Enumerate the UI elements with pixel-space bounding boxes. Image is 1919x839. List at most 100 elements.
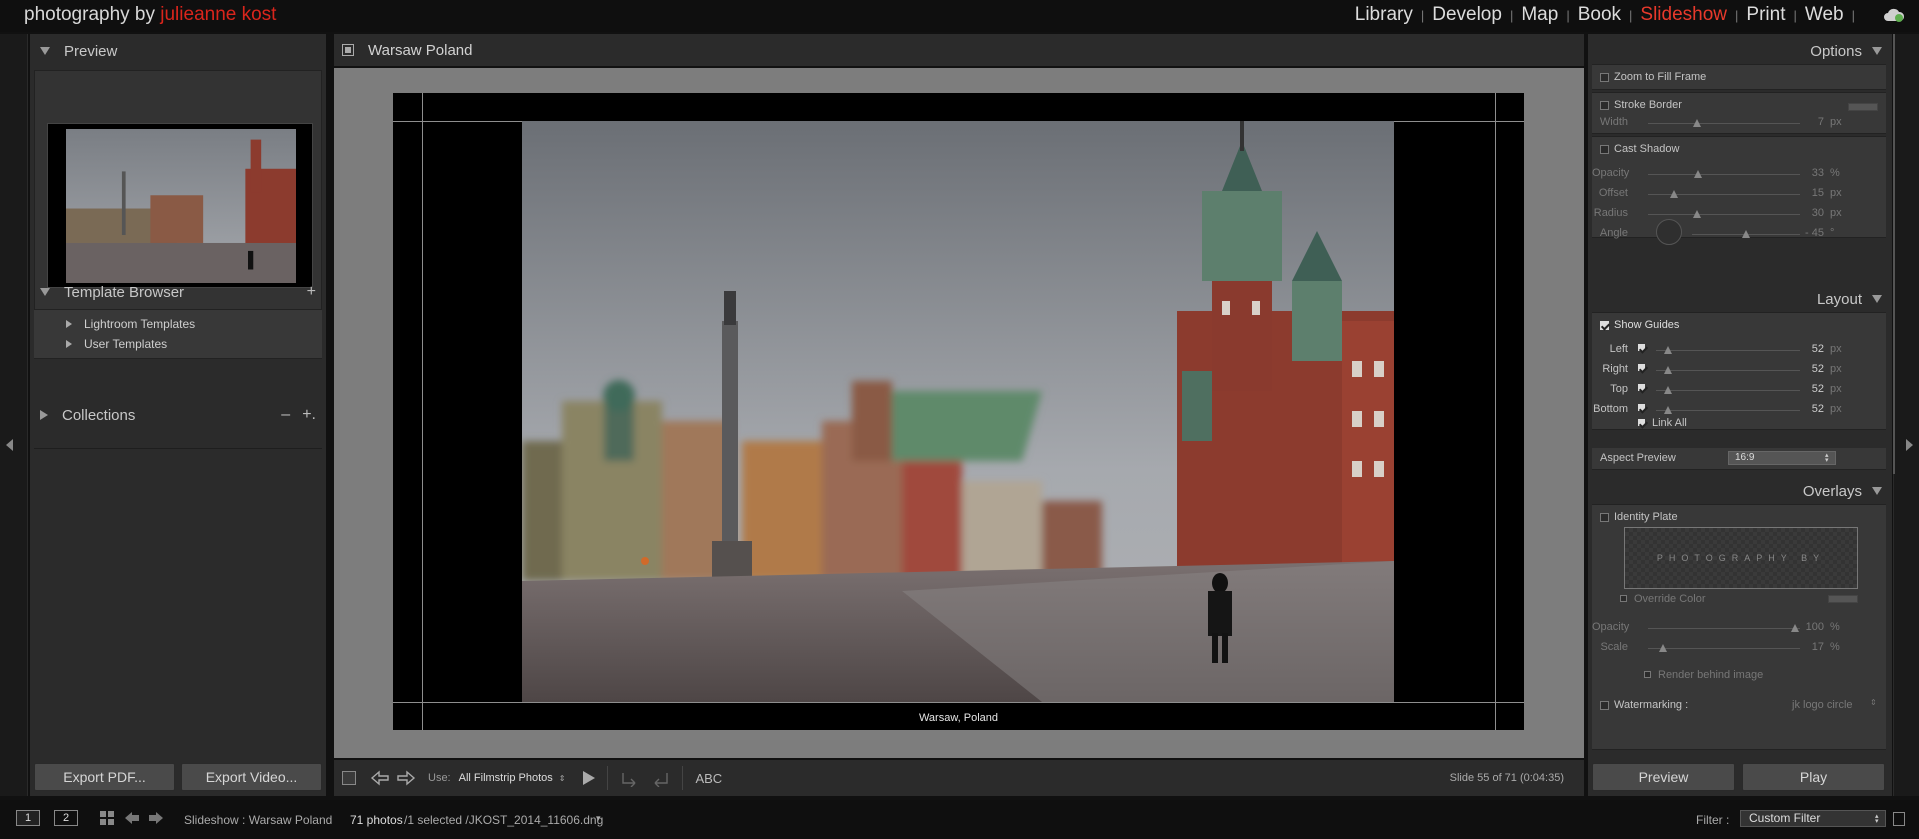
left-panel-toggle[interactable] <box>0 34 28 796</box>
remove-collection-icon[interactable]: – <box>281 406 290 424</box>
slider-knob[interactable] <box>1663 366 1672 374</box>
options-panel-header[interactable]: Options <box>1588 36 1892 66</box>
shadow-opacity-value[interactable]: 33 <box>1784 167 1824 179</box>
slider-knob[interactable] <box>1694 170 1703 178</box>
slider-knob[interactable] <box>1692 210 1701 218</box>
overlay-opacity-value[interactable]: 100 <box>1784 621 1824 633</box>
bottom-guide[interactable] <box>393 702 1524 703</box>
guide-top-link-checkbox[interactable] <box>1638 384 1645 391</box>
shadow-radius-slider[interactable] <box>1648 210 1800 218</box>
add-text-overlay-button[interactable]: ABC <box>695 771 722 786</box>
collections-header[interactable]: Collections – +. <box>30 398 326 432</box>
watermarking-checkbox[interactable] <box>1600 701 1609 710</box>
shadow-radius-value[interactable]: 30 <box>1784 207 1824 219</box>
add-template-icon[interactable]: + <box>307 283 316 301</box>
shadow-angle-value[interactable]: - 45 <box>1784 227 1824 239</box>
overlay-scale-value[interactable]: 17 <box>1784 641 1824 653</box>
slider-knob[interactable] <box>1663 406 1672 414</box>
module-book[interactable]: Book <box>1578 4 1621 26</box>
guide-right-slider[interactable] <box>1656 366 1800 374</box>
selection-dropdown-icon[interactable]: ▾ <box>596 813 601 824</box>
identity-plate-checkbox[interactable] <box>1600 513 1609 522</box>
guide-right-link-checkbox[interactable] <box>1638 364 1645 371</box>
module-library[interactable]: Library <box>1355 4 1413 26</box>
overlays-panel-header[interactable]: Overlays <box>1588 476 1892 506</box>
previous-slide-icon[interactable] <box>370 770 390 786</box>
watermark-select[interactable]: jk logo circle <box>1792 699 1853 711</box>
source-breadcrumb[interactable]: Slideshow : Warsaw Poland <box>184 813 332 827</box>
guide-left-link-checkbox[interactable] <box>1638 344 1645 351</box>
guide-bottom-link-checkbox[interactable] <box>1638 404 1645 411</box>
right-panel-toggle[interactable] <box>1893 34 1919 796</box>
overlay-scale-slider[interactable] <box>1648 644 1800 652</box>
export-video-button[interactable]: Export Video... <box>181 763 322 791</box>
module-web[interactable]: Web <box>1805 4 1844 26</box>
aspect-preview-select[interactable]: 16:9 ▴ ▾ <box>1728 451 1836 465</box>
back-arrow-icon[interactable] <box>124 811 140 825</box>
guide-top-slider[interactable] <box>1656 386 1800 394</box>
width-slider-knob[interactable] <box>1692 119 1701 127</box>
use-photos-select[interactable]: All Filmstrip Photos <box>459 772 553 784</box>
export-pdf-button[interactable]: Export PDF... <box>34 763 175 791</box>
stroke-color-swatch[interactable] <box>1848 103 1878 111</box>
rotate-clockwise-icon[interactable] <box>620 769 642 787</box>
override-color-swatch[interactable] <box>1828 595 1858 603</box>
angle-dial-icon[interactable] <box>1656 219 1682 245</box>
slide-caption[interactable]: Warsaw, Poland <box>393 712 1524 724</box>
guide-left-value[interactable]: 52 <box>1784 343 1824 355</box>
identity-plate-preview[interactable]: PHOTOGRAPHY BY <box>1624 527 1858 589</box>
cloud-sync-icon[interactable] <box>1883 7 1905 23</box>
add-collection-icon[interactable]: +. <box>302 406 316 424</box>
filter-select[interactable]: Custom Filter ▴ ▾ <box>1740 810 1886 827</box>
shadow-offset-value[interactable]: 15 <box>1784 187 1824 199</box>
guide-top-value[interactable]: 52 <box>1784 383 1824 395</box>
stop-button[interactable] <box>342 771 356 785</box>
right-panel-scrollbar[interactable] <box>1893 34 1895 474</box>
template-browser-header[interactable]: Template Browser + <box>30 275 326 309</box>
render-behind-checkbox[interactable] <box>1644 671 1651 678</box>
zoom-to-fill-checkbox[interactable] <box>1600 73 1609 82</box>
secondary-window-button[interactable]: 2 <box>54 810 78 826</box>
slide-photo[interactable] <box>522 121 1394 702</box>
collapse-right-icon <box>1906 439 1913 451</box>
template-folder-user[interactable]: User Templates <box>66 334 322 354</box>
template-folder-lightroom[interactable]: Lightroom Templates <box>66 314 322 334</box>
width-value[interactable]: 7 <box>1784 116 1824 128</box>
stroke-border-checkbox[interactable] <box>1600 101 1609 110</box>
module-slideshow[interactable]: Slideshow <box>1640 4 1727 26</box>
slider-knob[interactable] <box>1663 386 1672 394</box>
rotate-counterclockwise-icon[interactable] <box>648 769 670 787</box>
cast-shadow-checkbox[interactable] <box>1600 145 1609 154</box>
left-guide[interactable] <box>422 93 423 730</box>
layout-panel-header[interactable]: Layout <box>1588 284 1892 314</box>
selection-info[interactable]: /1 selected /JKOST_2014_11606.dng <box>404 813 603 827</box>
guide-right-value[interactable]: 52 <box>1784 363 1824 375</box>
slider-knob[interactable] <box>1663 346 1672 354</box>
module-print[interactable]: Print <box>1746 4 1785 26</box>
grid-view-icon[interactable] <box>100 811 114 825</box>
preview-play-icon[interactable] <box>583 771 596 785</box>
slider-knob[interactable] <box>1669 190 1678 198</box>
preview-button[interactable]: Preview <box>1592 763 1735 791</box>
right-guide[interactable] <box>1495 93 1496 730</box>
overlay-opacity-slider[interactable] <box>1648 624 1800 632</box>
module-develop[interactable]: Develop <box>1432 4 1502 26</box>
play-button[interactable]: Play <box>1742 763 1885 791</box>
width-slider[interactable] <box>1648 119 1800 127</box>
forward-arrow-icon[interactable] <box>148 811 164 825</box>
shadow-opacity-slider[interactable] <box>1648 170 1800 178</box>
filter-lock-icon[interactable] <box>1893 812 1905 826</box>
preview-panel-header[interactable]: Preview <box>30 34 326 68</box>
main-window-button[interactable]: 1 <box>16 810 40 826</box>
guide-bottom-value[interactable]: 52 <box>1784 403 1824 415</box>
next-slide-icon[interactable] <box>396 770 416 786</box>
guide-bottom-slider[interactable] <box>1656 406 1800 414</box>
slider-knob[interactable] <box>1659 644 1668 652</box>
slider-knob[interactable] <box>1742 230 1750 238</box>
shadow-offset-slider[interactable] <box>1648 190 1800 198</box>
link-all-checkbox[interactable] <box>1638 419 1645 426</box>
override-color-checkbox[interactable] <box>1620 595 1627 602</box>
show-guides-checkbox[interactable] <box>1600 321 1609 330</box>
module-map[interactable]: Map <box>1521 4 1558 26</box>
guide-left-slider[interactable] <box>1656 346 1800 354</box>
